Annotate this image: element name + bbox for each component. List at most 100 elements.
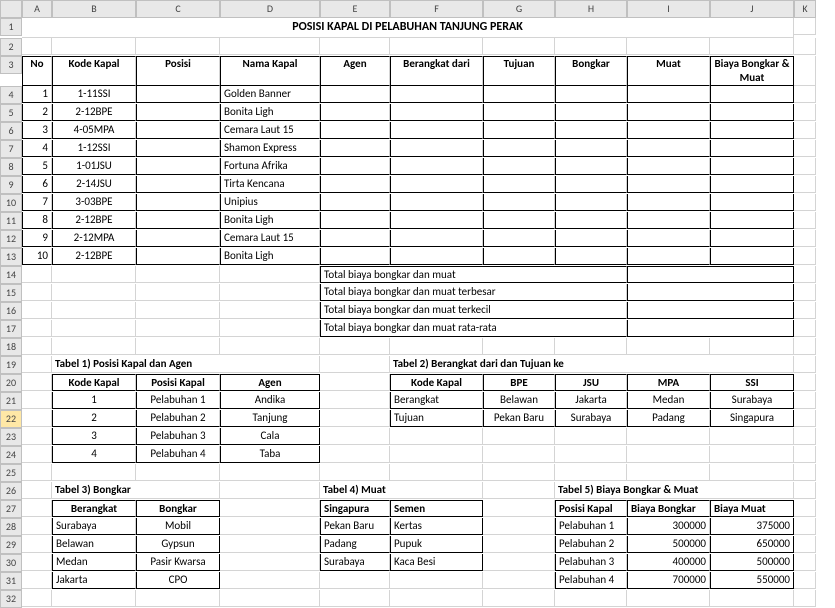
total-val-1[interactable]	[627, 284, 794, 301]
cell[interactable]	[794, 446, 816, 463]
main-empty-9-4[interactable]	[627, 248, 710, 265]
cell[interactable]	[136, 284, 220, 301]
main-empty-3-5[interactable]	[710, 140, 794, 157]
cell[interactable]	[22, 500, 52, 517]
main-posisi-0[interactable]	[136, 86, 220, 103]
cell[interactable]	[220, 38, 320, 55]
cell[interactable]	[220, 536, 320, 553]
cell[interactable]	[136, 590, 220, 607]
cell[interactable]	[627, 338, 710, 355]
main-empty-9-3[interactable]	[555, 248, 627, 265]
cell[interactable]	[794, 140, 816, 157]
cell[interactable]	[22, 554, 52, 571]
cell[interactable]	[794, 194, 816, 211]
cell[interactable]	[320, 464, 390, 481]
cell[interactable]	[794, 500, 816, 517]
cell[interactable]	[22, 284, 52, 301]
cell[interactable]	[483, 572, 555, 589]
row-header-16[interactable]: 16	[0, 302, 22, 320]
main-empty-2-3[interactable]	[555, 122, 627, 139]
cell[interactable]	[52, 302, 136, 319]
main-empty-6-5[interactable]	[710, 194, 794, 211]
cell[interactable]	[52, 464, 136, 481]
main-empty-9-1[interactable]	[390, 248, 483, 265]
main-posisi-5[interactable]	[136, 176, 220, 193]
main-empty-3-1[interactable]	[390, 140, 483, 157]
cell[interactable]	[220, 302, 320, 319]
cell[interactable]	[390, 446, 483, 463]
cell[interactable]	[136, 464, 220, 481]
cell[interactable]	[22, 38, 52, 55]
cell[interactable]	[555, 446, 627, 463]
cell[interactable]	[794, 176, 816, 193]
main-posisi-1[interactable]	[136, 104, 220, 121]
main-empty-0-3[interactable]	[555, 86, 627, 103]
cell[interactable]	[220, 518, 320, 535]
cell[interactable]	[710, 464, 794, 481]
main-empty-5-1[interactable]	[390, 176, 483, 193]
cell[interactable]	[22, 464, 52, 481]
cell[interactable]	[627, 38, 710, 55]
row-header-1[interactable]: 1	[0, 18, 22, 36]
col-header-J[interactable]: J	[710, 0, 794, 18]
row-header-18[interactable]: 18	[0, 338, 22, 356]
cell[interactable]	[320, 374, 390, 391]
row-header-24[interactable]: 24	[0, 446, 22, 464]
cell[interactable]	[390, 464, 483, 481]
main-empty-7-2[interactable]	[483, 212, 555, 229]
cell[interactable]	[220, 338, 320, 355]
row-header-12[interactable]: 12	[0, 230, 22, 248]
main-empty-1-4[interactable]	[627, 104, 710, 121]
cell[interactable]	[794, 302, 816, 319]
cell[interactable]	[794, 410, 816, 427]
cell[interactable]	[390, 428, 483, 445]
cell[interactable]	[710, 446, 794, 463]
row-header-29[interactable]: 29	[0, 536, 22, 554]
cell[interactable]	[794, 482, 816, 499]
main-empty-0-1[interactable]	[390, 86, 483, 103]
cell[interactable]	[136, 338, 220, 355]
col-header-C[interactable]: C	[136, 0, 220, 18]
cell[interactable]	[710, 38, 794, 55]
cell[interactable]	[320, 428, 390, 445]
cell[interactable]	[794, 56, 816, 86]
main-empty-4-3[interactable]	[555, 158, 627, 175]
main-empty-6-1[interactable]	[390, 194, 483, 211]
main-empty-2-5[interactable]	[710, 122, 794, 139]
cell[interactable]	[794, 392, 816, 409]
cell[interactable]	[22, 356, 52, 373]
main-empty-3-0[interactable]	[320, 140, 390, 157]
cell[interactable]	[320, 590, 390, 607]
cell[interactable]	[52, 320, 136, 337]
cell[interactable]	[483, 464, 555, 481]
main-empty-2-2[interactable]	[483, 122, 555, 139]
main-empty-0-4[interactable]	[627, 86, 710, 103]
main-empty-2-4[interactable]	[627, 122, 710, 139]
cell[interactable]	[555, 590, 627, 607]
main-empty-7-5[interactable]	[710, 212, 794, 229]
cell[interactable]	[52, 266, 136, 283]
col-header-D[interactable]: D	[220, 0, 320, 18]
cell[interactable]	[483, 518, 555, 535]
row-header-11[interactable]: 11	[0, 212, 22, 230]
cell[interactable]	[627, 590, 710, 607]
main-empty-5-3[interactable]	[555, 176, 627, 193]
cell[interactable]	[483, 500, 555, 517]
row-header-8[interactable]: 8	[0, 158, 22, 176]
main-empty-3-3[interactable]	[555, 140, 627, 157]
row-header-28[interactable]: 28	[0, 518, 22, 536]
cell[interactable]	[320, 392, 390, 409]
main-empty-6-2[interactable]	[483, 194, 555, 211]
main-empty-9-0[interactable]	[320, 248, 390, 265]
row-header-4[interactable]: 4	[0, 86, 22, 104]
col-header-E[interactable]: E	[320, 0, 390, 18]
cell[interactable]	[136, 266, 220, 283]
main-empty-9-5[interactable]	[710, 248, 794, 265]
row-header-21[interactable]: 21	[0, 392, 22, 410]
main-empty-8-2[interactable]	[483, 230, 555, 247]
cell[interactable]	[627, 428, 710, 445]
main-empty-1-1[interactable]	[390, 104, 483, 121]
main-empty-1-2[interactable]	[483, 104, 555, 121]
cell[interactable]	[794, 338, 816, 355]
row-header-15[interactable]: 15	[0, 284, 22, 302]
